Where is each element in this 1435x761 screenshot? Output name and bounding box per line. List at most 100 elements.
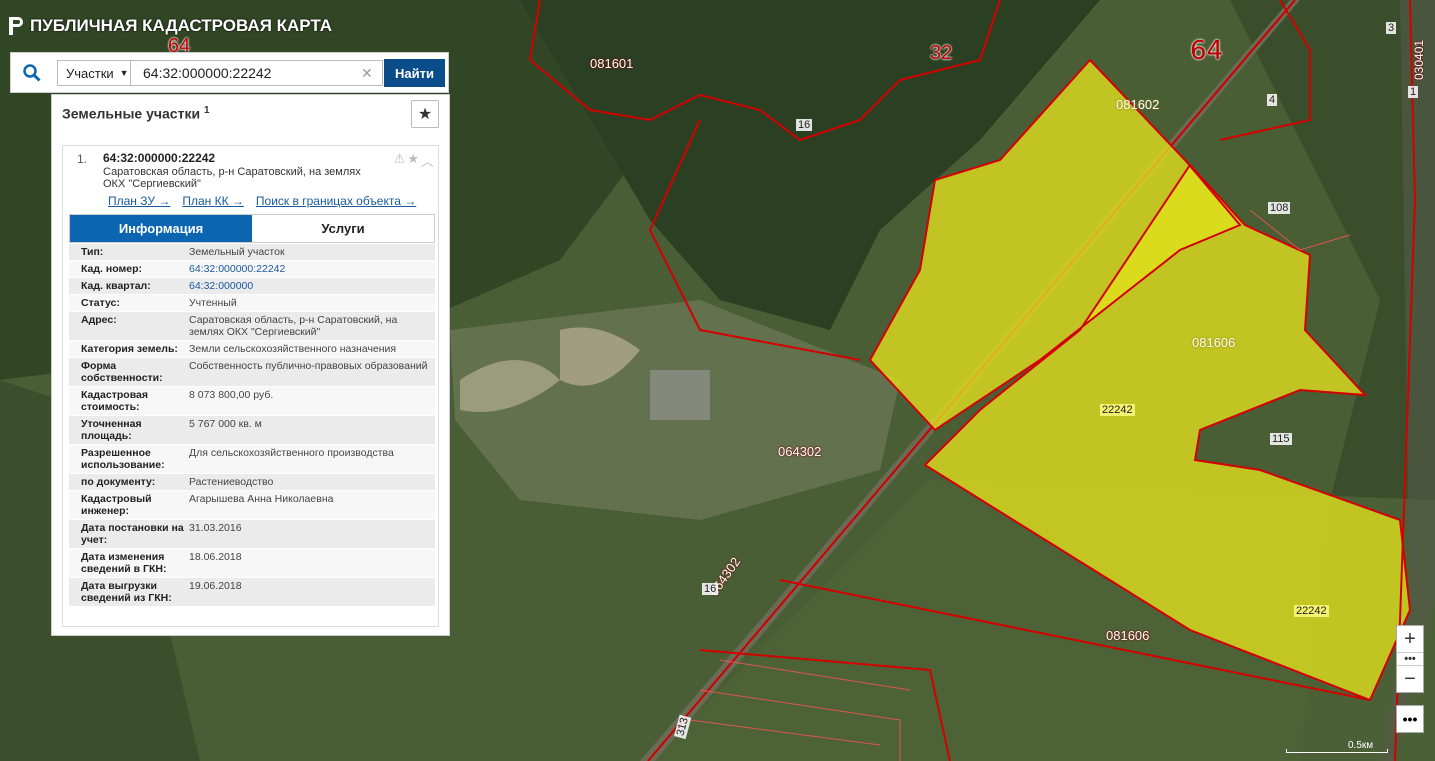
- info-key: Уточненная площадь:: [81, 418, 142, 442]
- card-actions: ⚠ ★ ︿: [394, 151, 434, 170]
- search-type-label: Участки: [66, 65, 114, 81]
- info-row: Дата постановки на учет: 31.03.2016: [69, 520, 435, 549]
- info-key: Статус:: [81, 297, 120, 309]
- parcel-number: 1: [1408, 86, 1419, 98]
- info-row: Кадастровая стоимость: 8 073 800,00 руб.: [69, 387, 435, 416]
- zoom-in-button[interactable]: +: [1397, 626, 1423, 652]
- scale-bar: 0.5км: [1286, 740, 1388, 753]
- info-row: Форма собственности: Собственность публич…: [69, 358, 435, 387]
- search-type-dropdown[interactable]: Участки ▼: [57, 60, 131, 86]
- search-bar: Участки ▼ ✕ Найти: [10, 52, 449, 93]
- info-key: Форма собственности:: [81, 360, 163, 384]
- info-key: Адрес:: [81, 314, 117, 326]
- result-card[interactable]: 1. 64:32:000000:22242 Саратовская област…: [62, 145, 439, 627]
- search-icon[interactable]: [17, 60, 47, 86]
- info-value: Учтенный: [189, 297, 237, 309]
- info-key: Кадастровый инженер:: [81, 493, 152, 517]
- parcel-number: 22242: [1294, 605, 1329, 617]
- star-icon[interactable]: ★: [407, 151, 419, 170]
- tab-information[interactable]: Информация: [70, 215, 252, 242]
- find-button[interactable]: Найти: [384, 59, 445, 87]
- info-key: Разрешенное использование:: [81, 447, 165, 471]
- info-key: Кад. номер:: [81, 263, 143, 275]
- parcel-number: 16: [796, 119, 813, 131]
- clear-icon[interactable]: ✕: [361, 65, 373, 82]
- info-row: Дата выгрузки сведений из ГКН: 19.06.2018: [69, 578, 435, 607]
- info-row: Кад. номер: 64:32:000000:22242: [69, 261, 435, 278]
- more-options-button[interactable]: •••: [1396, 705, 1424, 733]
- info-value: 5 767 000 кв. м: [189, 418, 262, 430]
- result-address: Саратовская область, р-н Саратовский, на…: [103, 166, 361, 190]
- info-row: Статус: Учтенный: [69, 295, 435, 312]
- info-value: Агарышева Анна Николаевна: [189, 493, 334, 505]
- info-key: по документу:: [81, 476, 156, 488]
- search-in-bounds-link[interactable]: Поиск в границах объекта →: [256, 194, 416, 208]
- info-value: Собственность публично-правовых образова…: [189, 360, 428, 372]
- result-index: 1.: [77, 152, 88, 166]
- quarter-label: 030401: [1412, 39, 1426, 80]
- quarter-label: 081601: [590, 56, 634, 71]
- info-row: по документу: Растениеводство: [69, 474, 435, 491]
- info-tabs: Информация Услуги: [69, 214, 435, 243]
- info-value[interactable]: 64:32:000000:22242: [189, 261, 435, 277]
- parcel-number: 3: [1386, 22, 1397, 34]
- info-key: Кадастровая стоимость:: [81, 389, 148, 413]
- info-row: Разрешенное использование: Для сельскохоз…: [69, 445, 435, 474]
- parcel-number: 22242: [1100, 404, 1135, 416]
- info-value: Саратовская область, р-н Саратовский, на…: [189, 314, 398, 338]
- chevron-up-icon[interactable]: ︿: [421, 151, 434, 170]
- results-count: 1: [203, 105, 210, 116]
- info-table: Тип: Земельный участок Кад. номер: 64:32:00…: [69, 244, 435, 607]
- info-row: Кадастровый инженер: Агарышева Анна Никол…: [69, 491, 435, 520]
- info-row: Уточненная площадь: 5 767 000 кв. м: [69, 416, 435, 445]
- favorites-button[interactable]: ★: [411, 100, 439, 128]
- info-key: Дата постановки на учет:: [81, 522, 184, 546]
- info-key: Тип:: [81, 246, 104, 258]
- info-key: Кад. квартал:: [81, 280, 151, 292]
- scale-label: 0.5км: [1348, 740, 1374, 751]
- info-value: Земли сельскохозяйственного назначения: [189, 343, 397, 355]
- quarter-label: 081602: [1116, 97, 1160, 112]
- star-icon: ★: [417, 106, 433, 123]
- parcel-number: 16: [702, 583, 719, 595]
- info-value: 18.06.2018: [189, 551, 242, 563]
- app-title-text: ПУБЛИЧНАЯ КАДАСТРОВАЯ КАРТА: [30, 16, 333, 35]
- zoom-out-button[interactable]: −: [1397, 666, 1423, 692]
- panel-title-text: Земельные участки: [62, 105, 201, 122]
- results-panel: Земельные участки 1 ★ 1. 64:32:000000:22…: [51, 94, 450, 636]
- app-title: ПУБЛИЧНАЯ КАДАСТРОВАЯ КАРТА: [8, 16, 332, 36]
- parcel-number: 4: [1267, 94, 1278, 106]
- info-value: 19.06.2018: [189, 580, 242, 592]
- parcel-number: 108: [1268, 202, 1291, 214]
- plan-zu-link[interactable]: План ЗУ →: [108, 194, 170, 208]
- info-key: Дата выгрузки сведений из ГКН:: [81, 580, 172, 604]
- quarter-label: 081606: [1192, 335, 1236, 350]
- info-row: Тип: Земельный участок: [69, 244, 435, 261]
- district-label: 32: [930, 42, 953, 64]
- info-row: Кад. квартал: 64:32:000000: [69, 278, 435, 295]
- quarter-label: 064302: [778, 444, 822, 459]
- zoom-control: + ••• −: [1396, 625, 1424, 693]
- info-row: Адрес: Саратовская область, р-н Саратовск…: [69, 312, 435, 341]
- zoom-slider-handle[interactable]: •••: [1397, 652, 1423, 666]
- region-label: 64: [1190, 36, 1224, 66]
- result-links: План ЗУ → План КК → Поиск в границах объ…: [108, 194, 416, 208]
- warning-icon[interactable]: ⚠: [394, 151, 406, 170]
- info-row: Категория земель: Земли сельскохозяйствен…: [69, 341, 435, 358]
- quarter-label: 081606: [1106, 628, 1150, 643]
- tab-services[interactable]: Услуги: [252, 215, 434, 242]
- info-value: Для сельскохозяйственного производства: [189, 447, 394, 459]
- plan-kk-link[interactable]: План КК →: [182, 194, 244, 208]
- rosreestr-logo-icon: [9, 17, 23, 35]
- info-value[interactable]: 64:32:000000: [189, 278, 435, 294]
- info-row: Дата изменения сведений в ГКН: 18.06.2018: [69, 549, 435, 578]
- panel-title: Земельные участки 1: [62, 105, 210, 122]
- info-value: 8 073 800,00 руб.: [189, 389, 274, 401]
- result-cad-number: 64:32:000000:22242: [103, 151, 216, 165]
- info-key: Дата изменения сведений в ГКН:: [81, 551, 167, 575]
- info-value: Растениеводство: [189, 476, 274, 488]
- chevron-down-icon: ▼: [119, 68, 129, 78]
- info-value: 31.03.2016: [189, 522, 242, 534]
- search-input[interactable]: [131, 60, 383, 86]
- info-value: Земельный участок: [189, 246, 285, 258]
